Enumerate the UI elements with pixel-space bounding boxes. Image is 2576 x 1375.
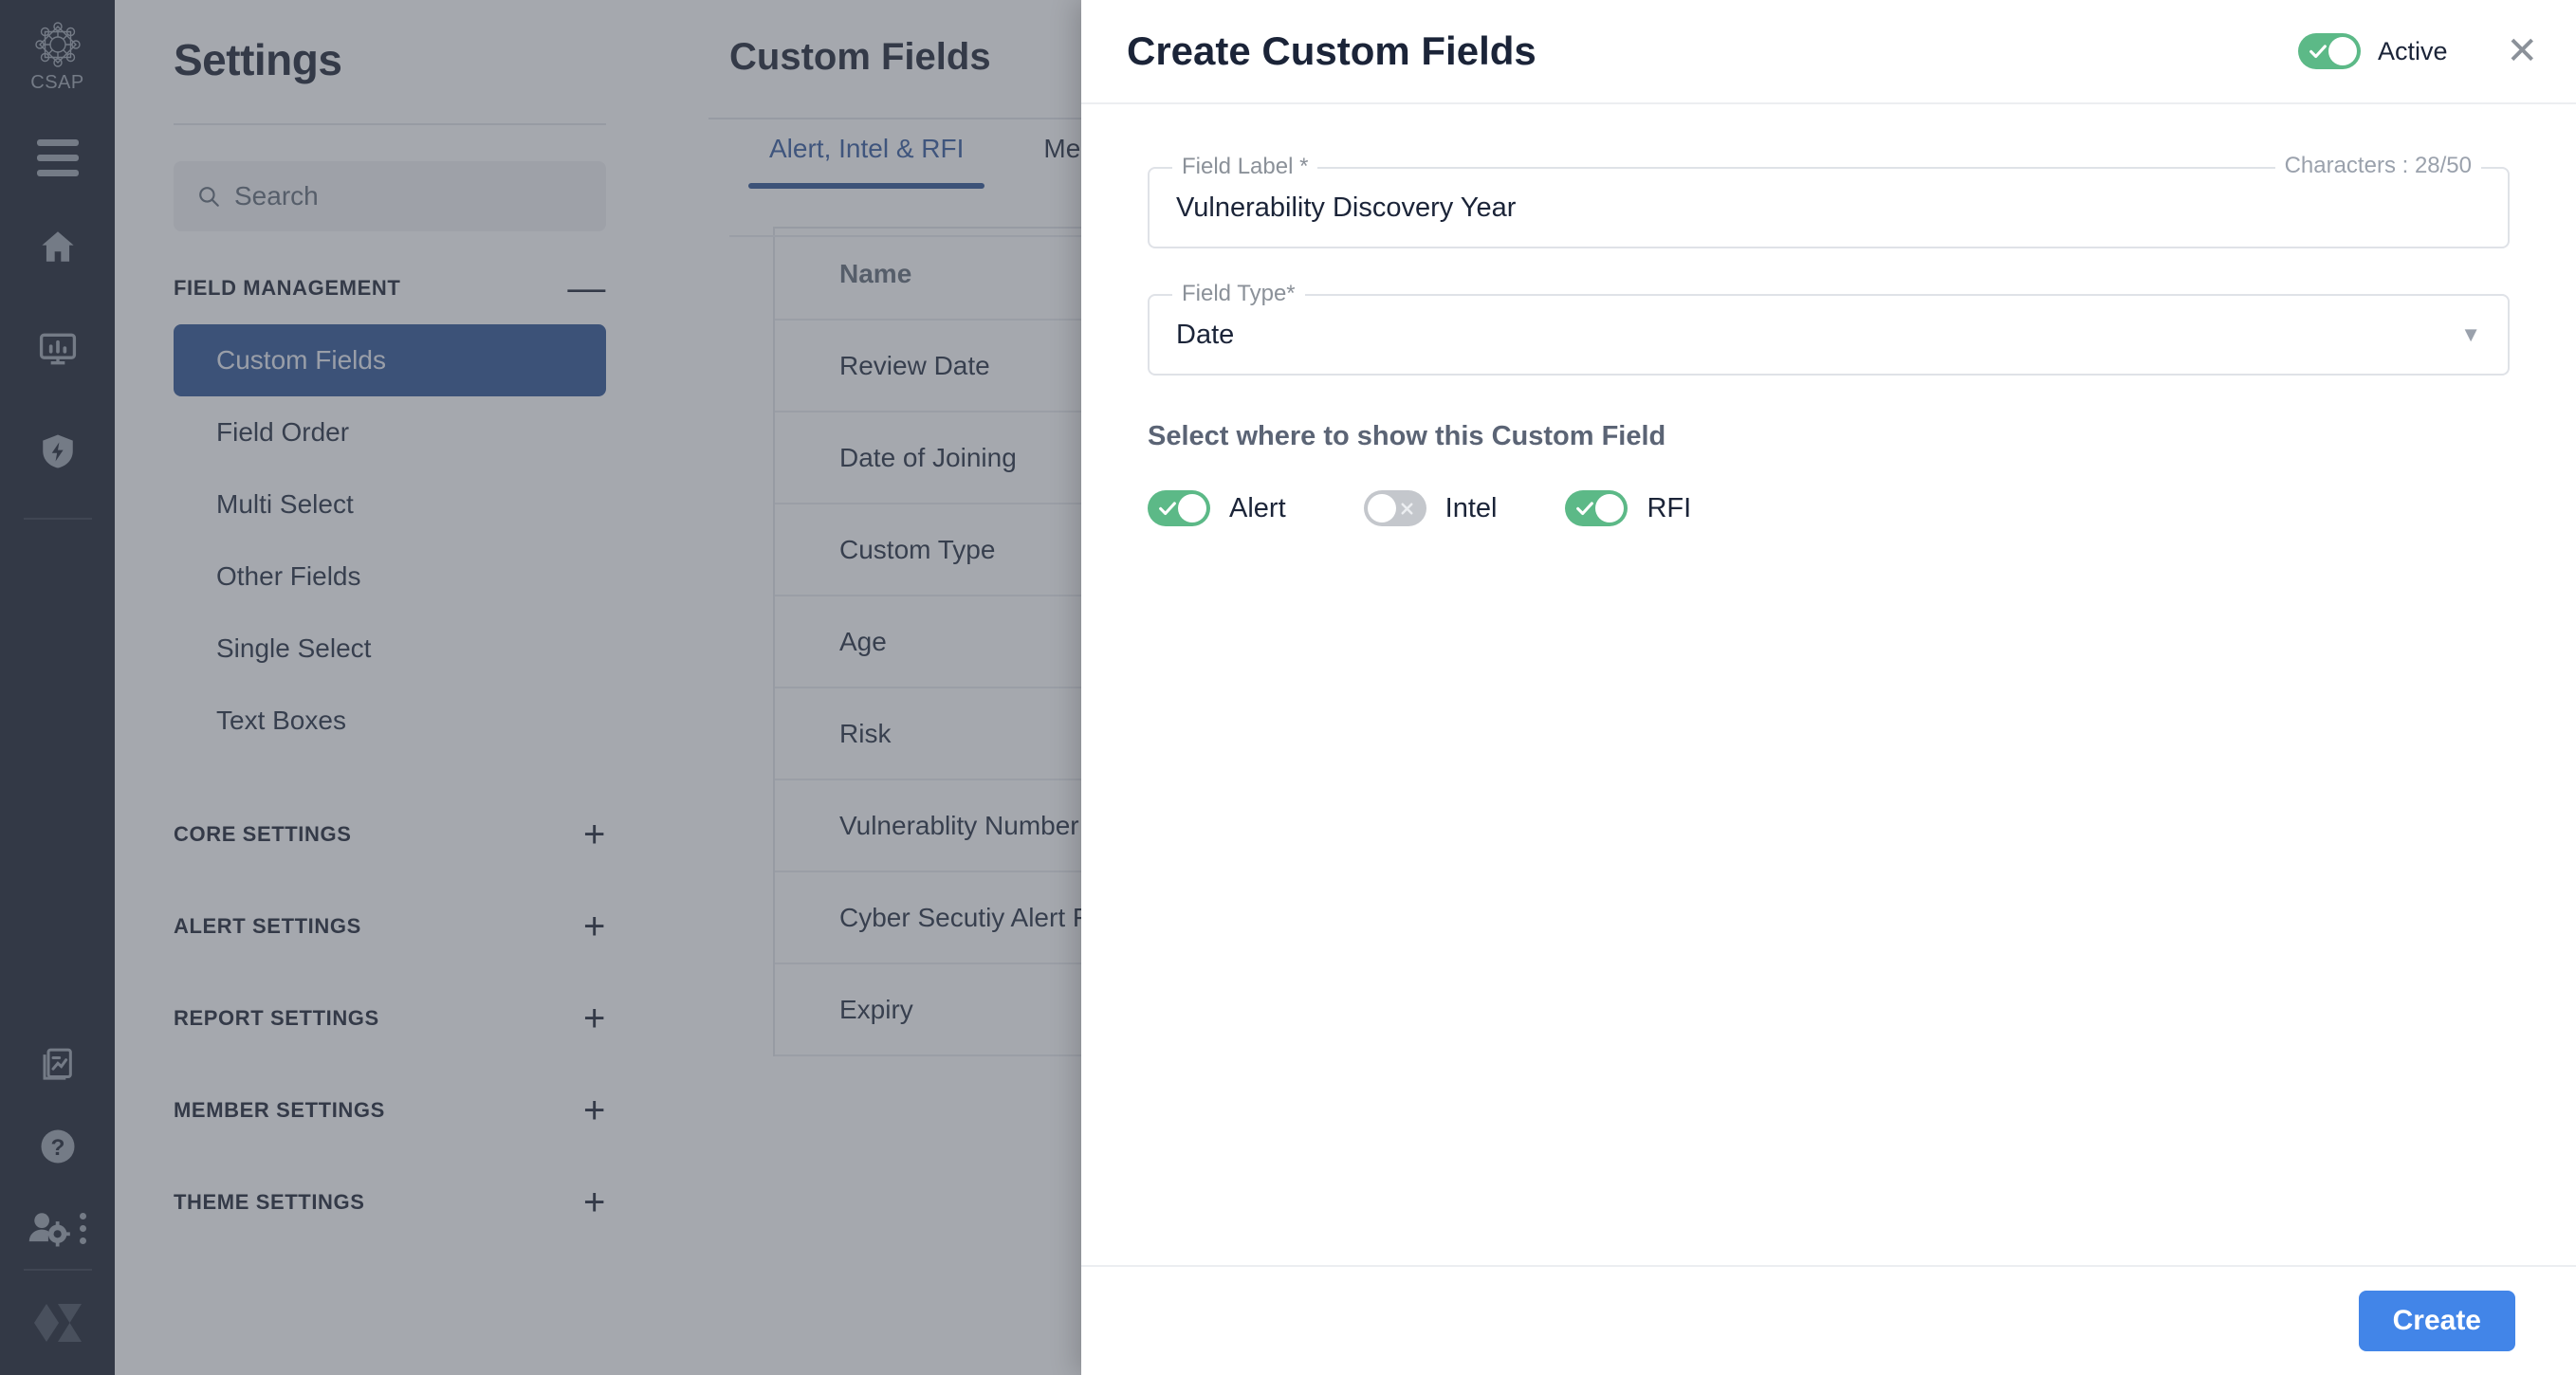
cross-icon xyxy=(1398,490,1416,526)
modal-footer: Create xyxy=(1081,1265,2576,1375)
create-custom-fields-modal: Create Custom Fields Active ✕ Field Labe… xyxy=(1081,0,2576,1375)
intel-toggle-label: Intel xyxy=(1444,492,1498,523)
rfi-toggle-group: RFI xyxy=(1565,490,1691,526)
close-icon[interactable]: ✕ xyxy=(2506,32,2538,70)
field-type-select[interactable]: Field Type* Date ▼ xyxy=(1148,281,2510,376)
active-toggle-label: Active xyxy=(2377,36,2448,65)
toggle-knob xyxy=(1178,494,1206,522)
field-label-input[interactable]: Field Label * Characters : 28/50 Vulnera… xyxy=(1148,153,2510,248)
alert-toggle[interactable] xyxy=(1148,490,1210,526)
check-icon xyxy=(1574,490,1595,526)
field-type-value[interactable]: Date xyxy=(1150,296,2508,374)
rfi-toggle[interactable] xyxy=(1565,490,1628,526)
chevron-down-icon[interactable]: ▼ xyxy=(2460,296,2481,374)
intel-toggle[interactable] xyxy=(1363,490,1426,526)
visibility-toggles-row: Alert Intel RFI xyxy=(1148,490,2510,526)
rfi-toggle-label: RFI xyxy=(1647,492,1692,523)
active-toggle[interactable] xyxy=(2297,33,2361,69)
modal-title: Create Custom Fields xyxy=(1127,28,1536,73)
create-button[interactable]: Create xyxy=(2358,1291,2515,1351)
toggle-knob xyxy=(1367,494,1396,522)
field-type-legend: Field Type* xyxy=(1172,281,1305,307)
check-icon xyxy=(2308,33,2328,69)
active-toggle-group: Active xyxy=(2297,33,2448,69)
toggle-knob xyxy=(1595,494,1625,522)
alert-toggle-group: Alert xyxy=(1148,490,1286,526)
intel-toggle-group: Intel xyxy=(1363,490,1498,526)
check-icon xyxy=(1157,490,1178,526)
show-section-heading: Select where to show this Custom Field xyxy=(1148,421,1666,451)
app-root: CSAP xyxy=(0,0,2576,1375)
modal-header: Create Custom Fields Active ✕ xyxy=(1081,0,2576,104)
alert-toggle-label: Alert xyxy=(1229,492,1286,523)
field-label-legend: Field Label * xyxy=(1172,154,1318,180)
character-counter: Characters : 28/50 xyxy=(2274,153,2481,179)
field-label-value[interactable]: Vulnerability Discovery Year xyxy=(1150,169,2508,247)
toggle-knob xyxy=(2328,37,2357,65)
modal-body: Field Label * Characters : 28/50 Vulnera… xyxy=(1081,104,2576,1265)
